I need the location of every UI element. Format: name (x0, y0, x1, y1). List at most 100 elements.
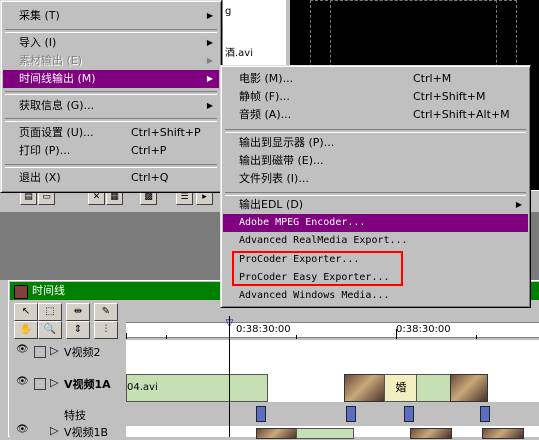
menu-item-label: 页面设置 (U)... (19, 126, 94, 139)
submenu-item-realmedia-export[interactable]: Advanced RealMedia Export... (223, 232, 528, 250)
project-list-item[interactable]: g (225, 6, 231, 17)
menu-separator (5, 118, 217, 122)
menu-separator (5, 91, 217, 95)
menu-item-label: 打印 (P)... (19, 144, 71, 157)
submenu-item-export-to-tape[interactable]: 输出到磁带 (E)... (223, 152, 528, 170)
track-expand-icon[interactable]: ▷ (50, 344, 58, 357)
menu-item-label: 输出EDL (D) (239, 198, 304, 211)
submenu-arrow-icon: ▶ (206, 56, 213, 65)
menu-item-label: Advanced RealMedia Export... (239, 235, 408, 246)
ruler-time-label: 0:38:30:00 (396, 324, 451, 335)
menu-item-shortcut: Ctrl+Shift+Alt+M (413, 108, 510, 121)
menu-item-export-clip: 素材输出 (E) ▶ (3, 52, 219, 70)
menu-item-page-setup[interactable]: 页面设置 (U)... Ctrl+Shift+P (3, 124, 219, 142)
razor-tool-icon[interactable]: ✎ (94, 303, 118, 321)
track-area-video2[interactable] (126, 340, 539, 371)
menu-item-shortcut: Ctrl+P (131, 144, 167, 157)
submenu-arrow-icon: ▶ (206, 11, 213, 20)
fx-marker[interactable] (346, 406, 356, 422)
lock-checkbox[interactable] (34, 346, 46, 358)
menu-item-import[interactable]: 导入 (I) ▶ (3, 34, 219, 52)
video-clip[interactable] (296, 428, 354, 439)
submenu-item-print-to-video[interactable]: 输出到显示器 (P)... (223, 134, 528, 152)
fx-marker[interactable] (404, 406, 414, 422)
transition-label: 婚 (395, 381, 407, 394)
submenu-item-audio[interactable]: 音频 (A)... Ctrl+Shift+Alt+M (223, 106, 528, 124)
menu-item-label: 获取信息 (G)... (19, 99, 95, 112)
eye-icon[interactable]: 👁 (16, 424, 29, 435)
track-name: V视频1A (64, 378, 111, 391)
fx-marker[interactable] (256, 406, 266, 422)
menu-item-label: 时间线输出 (M) (19, 72, 96, 85)
playhead[interactable] (229, 316, 230, 437)
ruler-tick (296, 335, 297, 339)
timeline-title: 时间线 (32, 284, 65, 297)
submenu-item-file-list[interactable]: 文件列表 (I)... (223, 170, 528, 188)
submenu-item-export-edl[interactable]: 输出EDL (D) ▶ (223, 196, 528, 214)
menu-item-shortcut: Ctrl+Shift+P (131, 126, 201, 139)
timeline-app-icon (14, 285, 28, 299)
track-expand-icon[interactable]: ▷ (50, 424, 58, 437)
menu-item-label: 输出到显示器 (P)... (239, 136, 335, 149)
submenu-item-adobe-mpeg-encoder[interactable]: Adobe MPEG Encoder... (223, 214, 528, 232)
menu-item-label: 采集 (T) (19, 9, 60, 22)
menu-item-export-timeline[interactable]: 时间线输出 (M) ▶ (3, 70, 219, 88)
menu-separator (225, 129, 526, 133)
lock-checkbox[interactable] (34, 378, 46, 390)
ruler-tick (126, 333, 127, 339)
zoom-tool-icon[interactable]: 🔍 (38, 321, 62, 339)
menu-item-print[interactable]: 打印 (P)... Ctrl+P (3, 142, 219, 160)
in-out-tool-icon[interactable]: ⇕ (66, 321, 90, 339)
menu-item-exit[interactable]: 退出 (X) Ctrl+Q (3, 169, 219, 187)
track-header-video1a[interactable]: 👁 ▷ V视频1A (10, 370, 126, 403)
fx-marker[interactable] (480, 406, 490, 422)
menu-item-shortcut: Ctrl+Shift+M (413, 90, 486, 103)
menu-item-label: 文件列表 (I)... (239, 172, 309, 185)
eye-icon[interactable]: 👁 (16, 376, 29, 387)
timeline-ruler[interactable]: 0:38:30:00 0:38:30:00 (126, 322, 539, 339)
clip-thumbnail[interactable] (450, 374, 488, 402)
menu-item-label: 导入 (I) (19, 36, 57, 49)
submenu-arrow-icon: ▶ (206, 101, 213, 110)
menu-item-label: 音频 (A)... (239, 108, 292, 121)
track-expand-icon[interactable]: ▷ (50, 376, 58, 389)
menu-item-label: Adobe MPEG Encoder... (239, 217, 366, 228)
menu-item-label: 退出 (X) (19, 171, 61, 184)
menu-item-shortcut: Ctrl+M (413, 72, 452, 85)
submenu-item-movie[interactable]: 电影 (M)... Ctrl+M (223, 70, 528, 88)
ruler-tick (476, 335, 477, 339)
menu-separator (5, 29, 217, 33)
ripple-edit-tool-icon[interactable]: ⇹ (66, 303, 90, 321)
track-header-video1b[interactable]: 👁 ▷ V视频1B (10, 424, 126, 439)
timeline-tools: ↖ ⬚ ⇹ ✎ ✋ 🔍 ⇕ ⫶ (14, 303, 124, 339)
track-area-video1b[interactable] (126, 426, 539, 439)
track-area-video1a[interactable]: 04.avi 婚 (126, 370, 539, 403)
video-clip[interactable]: 04.avi (126, 374, 268, 402)
file-menu: 采集 (T) ▶ 导入 (I) ▶ 素材输出 (E) ▶ 时间线输出 (M) ▶… (0, 0, 222, 193)
project-list-item[interactable]: 酒.avi (225, 44, 253, 59)
menu-item-shortcut: Ctrl+Q (131, 171, 169, 184)
menu-item-label: 输出到磁带 (E)... (239, 154, 324, 167)
track-header-video2[interactable]: 👁 ▷ V视频2 (10, 340, 126, 371)
clip-thumbnail[interactable] (344, 374, 386, 402)
video-clip[interactable] (416, 374, 452, 402)
menu-item-label: Advanced Windows Media... (239, 290, 390, 301)
ruler-tick (166, 335, 167, 339)
range-select-tool-icon[interactable]: ⬚ (38, 303, 62, 321)
clip-thumbnail[interactable] (482, 428, 524, 439)
link-tool-icon[interactable]: ⫶ (94, 321, 118, 339)
submenu-item-frame[interactable]: 静帧 (F)... Ctrl+Shift+M (223, 88, 528, 106)
hand-tool-icon[interactable]: ✋ (14, 321, 38, 339)
menu-separator (5, 164, 217, 168)
clip-label: 04.avi (127, 382, 158, 393)
menu-item-get-info[interactable]: 获取信息 (G)... ▶ (3, 97, 219, 115)
select-tool-icon[interactable]: ↖ (14, 303, 38, 321)
eye-icon[interactable]: 👁 (16, 344, 29, 355)
menu-item-capture[interactable]: 采集 (T) ▶ (3, 7, 219, 25)
track-area-fx[interactable] (126, 402, 539, 427)
submenu-arrow-icon: ▶ (206, 74, 213, 83)
transition-clip[interactable]: 婚 (384, 374, 418, 402)
submenu-item-windows-media[interactable]: Advanced Windows Media... (223, 287, 528, 305)
clip-thumbnail[interactable] (256, 428, 298, 439)
clip-thumbnail[interactable] (410, 428, 452, 439)
